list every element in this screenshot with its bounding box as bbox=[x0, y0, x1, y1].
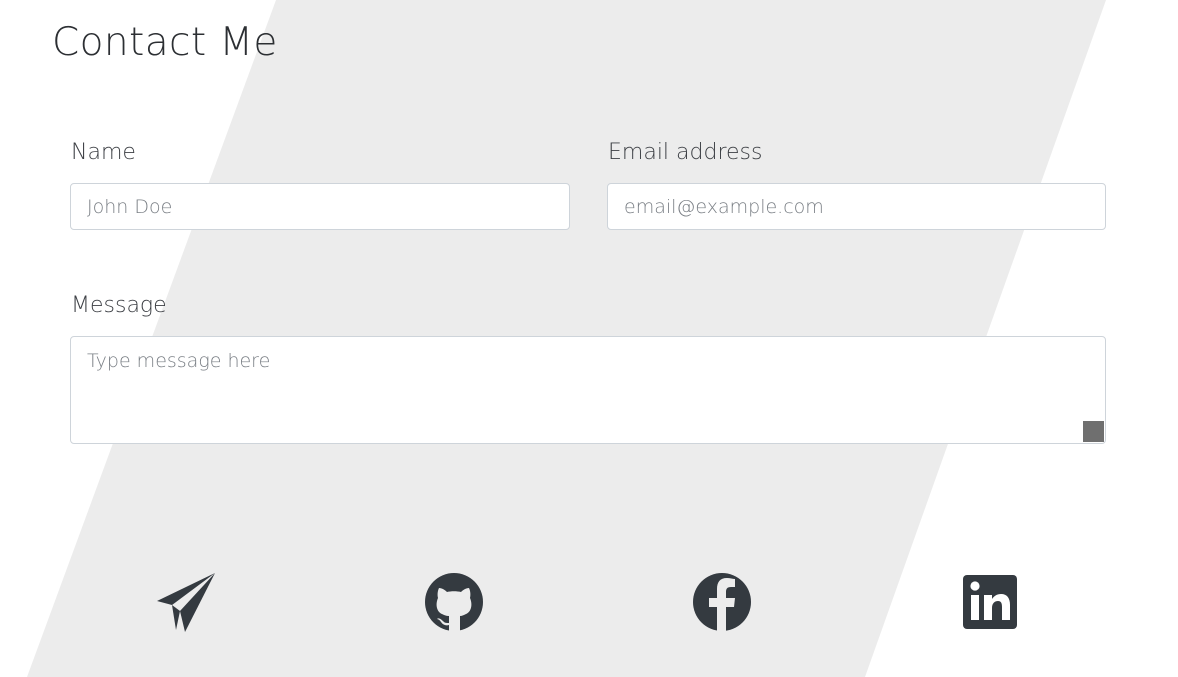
email-label: Email address bbox=[608, 140, 763, 165]
name-label: Name bbox=[71, 140, 136, 165]
facebook-icon[interactable] bbox=[690, 570, 754, 634]
name-input[interactable] bbox=[70, 183, 570, 230]
textarea-resize-handle[interactable] bbox=[1083, 421, 1104, 442]
send-icon[interactable] bbox=[154, 570, 218, 634]
facebook-logo-icon bbox=[693, 573, 751, 631]
page-title: Contact Me bbox=[52, 20, 278, 65]
linkedin-icon[interactable] bbox=[958, 570, 1022, 634]
paper-plane-icon bbox=[157, 573, 215, 632]
github-icon[interactable] bbox=[422, 570, 486, 634]
message-textarea[interactable] bbox=[70, 336, 1106, 444]
message-label: Message bbox=[71, 293, 167, 318]
github-logo-icon bbox=[425, 573, 483, 631]
email-input[interactable] bbox=[607, 183, 1106, 230]
contact-page: Contact Me Name Email address Message bbox=[0, 0, 1178, 677]
linkedin-logo-icon bbox=[963, 575, 1017, 629]
